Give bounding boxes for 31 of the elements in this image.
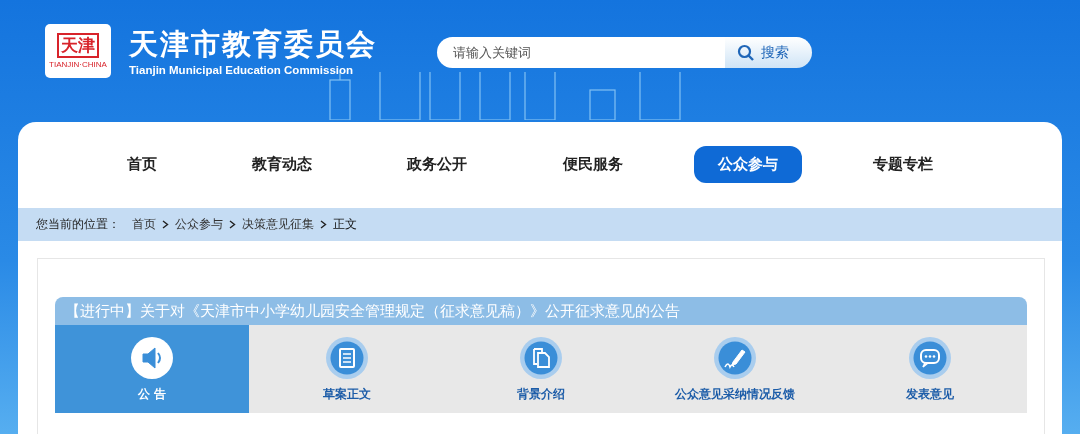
- logo-caption: TIANJIN·CHINA: [49, 60, 107, 69]
- notice-title: 【进行中】关于对《天津市中小学幼儿园安全管理规定（征求意见稿）》公开征求意见的公告: [55, 297, 1027, 325]
- seal-text: 天津: [57, 33, 99, 58]
- separator-icon: [162, 220, 169, 229]
- nav-tab[interactable]: 首页: [103, 146, 181, 183]
- nav-tab[interactable]: 专题专栏: [848, 146, 957, 183]
- breadcrumb-link[interactable]: 决策意见征集: [242, 217, 314, 232]
- breadcrumb-link[interactable]: 正文: [333, 217, 357, 232]
- breadcrumb-link[interactable]: 首页: [132, 217, 156, 232]
- site-title: 天津市教育委员会: [129, 26, 377, 61]
- nav-tab[interactable]: 政务公开: [383, 146, 492, 183]
- speaker-icon: [130, 336, 175, 380]
- separator-icon: [320, 220, 327, 229]
- pen-icon: [713, 336, 758, 380]
- notice-tab[interactable]: 发表意见: [832, 325, 1027, 413]
- search-icon: [737, 43, 755, 62]
- document-icon: [324, 336, 369, 380]
- breadcrumb-label: 您当前的位置：: [36, 217, 120, 232]
- breadcrumb-link[interactable]: 公众参与: [175, 217, 223, 232]
- nav-tab[interactable]: 便民服务: [538, 146, 647, 183]
- search-field[interactable]: 请输入关键词: [437, 37, 725, 68]
- nav-tab[interactable]: 教育动态: [228, 146, 337, 183]
- search-button[interactable]: 搜索: [725, 37, 812, 68]
- copies-icon: [519, 336, 563, 380]
- site-subtitle: Tianjin Municipal Education Commission: [129, 63, 355, 76]
- chat-icon: [907, 336, 952, 380]
- notice-tab[interactable]: 草案正文: [249, 325, 444, 413]
- notice-tab[interactable]: 背景介绍: [443, 325, 639, 413]
- nav-tab[interactable]: 公众参与: [693, 146, 802, 183]
- separator-icon: [229, 220, 236, 229]
- notice-tab[interactable]: 公众意见采纳情况反馈: [638, 325, 833, 413]
